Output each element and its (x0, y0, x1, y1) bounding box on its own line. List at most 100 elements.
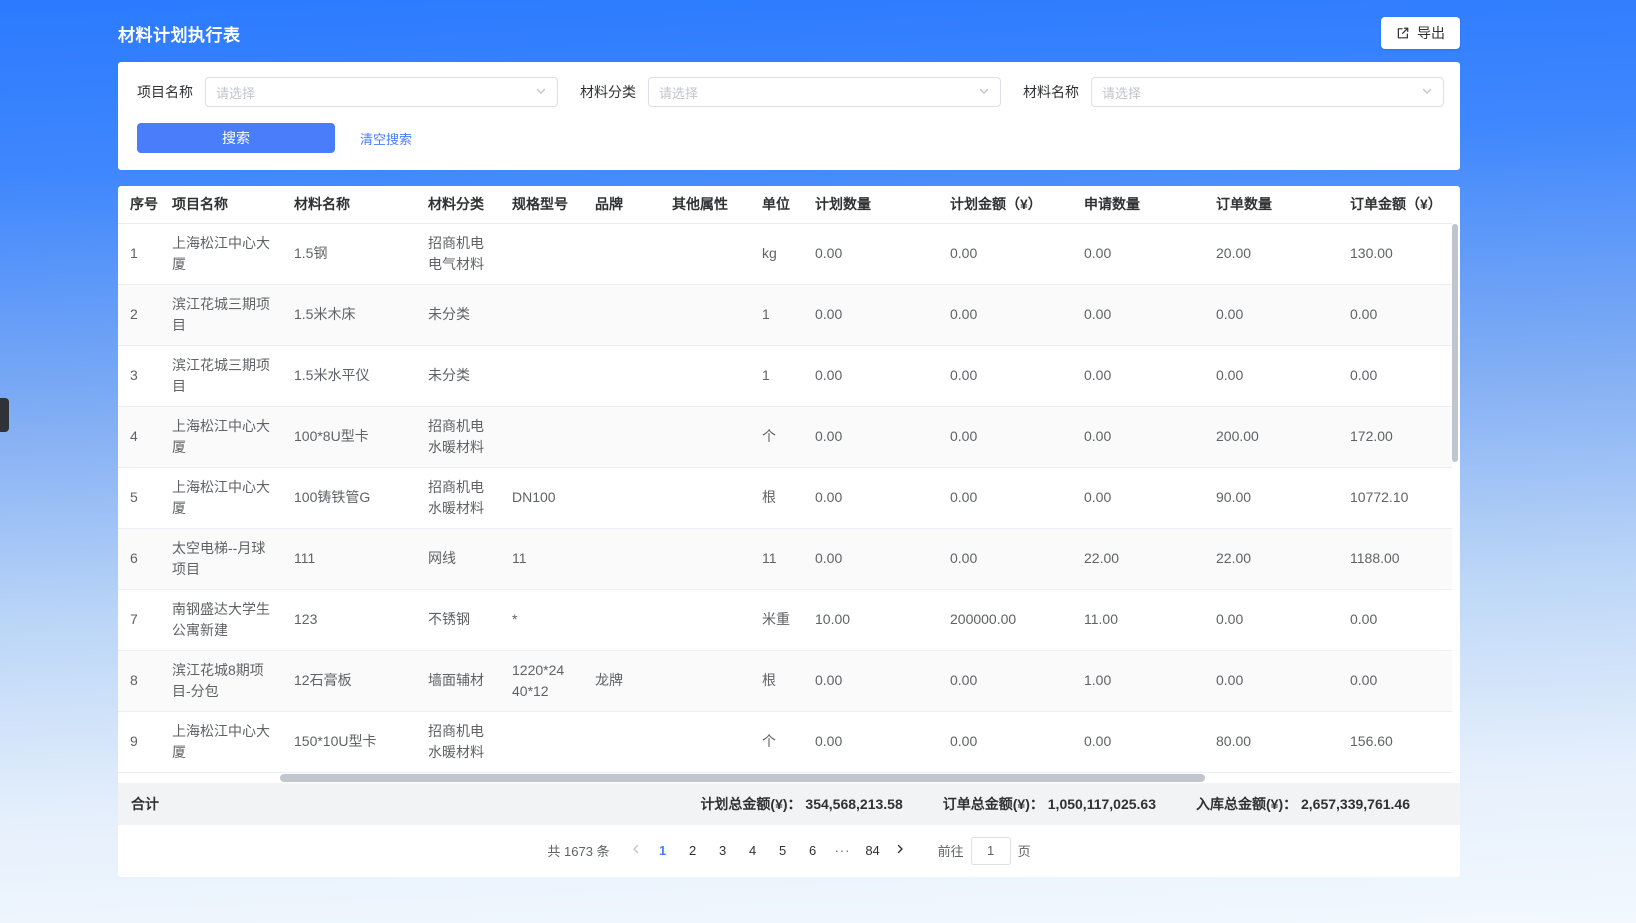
table-cell: 不锈钢 (416, 589, 500, 650)
inbound-total-amount: 入库总金额(¥)： 2,657,339,761.46 (1196, 794, 1410, 814)
table-cell: 1.5米水平仪 (282, 345, 416, 406)
table-cell: 0.00 (1204, 284, 1338, 345)
table-cell (500, 223, 583, 284)
goto-page-control: 前往 页 (938, 837, 1031, 865)
material-name-select[interactable]: 请选择 (1091, 77, 1444, 107)
table-cell: 3 (118, 345, 160, 406)
table-cell: 22.00 (1072, 528, 1204, 589)
table-cell: 0.00 (1204, 589, 1338, 650)
table-cell: 200000.00 (938, 589, 1072, 650)
table-cell: * (500, 589, 583, 650)
table-cell: 1.5米木床 (282, 284, 416, 345)
plan-total-amount: 计划总金额(¥)： 354,568,213.58 (700, 794, 902, 814)
table-cell: 10772.10 (1338, 467, 1452, 528)
page-unit-label: 页 (1018, 841, 1031, 860)
more-pages-button[interactable]: ··· (828, 837, 858, 865)
column-header: 品牌 (583, 186, 660, 223)
summary-totals: 计划总金额(¥)： 354,568,213.58 订单总金额(¥)： 1,050… (700, 794, 1410, 814)
table-cell: 1.00 (1072, 650, 1204, 711)
table-cell: 上海松江中心大厦 (160, 467, 282, 528)
filter-group-category: 材料分类 请选择 (580, 77, 1001, 107)
goto-page-input[interactable] (971, 837, 1011, 865)
clear-search-link[interactable]: 清空搜索 (360, 129, 412, 148)
table-cell: 1220*2440*12 (500, 650, 583, 711)
table-cell: 100铸铁管G (282, 467, 416, 528)
table-row: 1上海松江中心大厦1.5钢招商机电电气材料kg0.000.000.0020.00… (118, 223, 1452, 284)
next-page-button[interactable] (888, 837, 912, 865)
table-cell: 11 (750, 528, 803, 589)
material-category-select[interactable]: 请选择 (648, 77, 1001, 107)
table-cell: kg (750, 223, 803, 284)
table-cell: 172.00 (1338, 406, 1452, 467)
column-header: 申请数量 (1072, 186, 1204, 223)
page-button-5[interactable]: 5 (768, 837, 798, 865)
table-cell: 11.00 (1072, 589, 1204, 650)
table-cell: 上海松江中心大厦 (160, 711, 282, 772)
table-cell: 0.00 (1072, 284, 1204, 345)
table-cell: 滨江花城8期项目-分包 (160, 650, 282, 711)
page-button-3[interactable]: 3 (708, 837, 738, 865)
table-header-row: 序号项目名称材料名称材料分类规格型号品牌其他属性单位计划数量计划金额（¥）申请数… (118, 186, 1452, 223)
column-header: 规格型号 (500, 186, 583, 223)
page-button-last[interactable]: 84 (858, 837, 888, 865)
top-bar: 材料计划执行表 导出 (118, 0, 1460, 62)
table-cell: 2 (118, 284, 160, 345)
table-cell: 100*8U型卡 (282, 406, 416, 467)
table-cell: 1188.00 (1338, 528, 1452, 589)
table-cell: 0.00 (938, 406, 1072, 467)
vertical-scrollbar (1452, 224, 1458, 764)
search-button[interactable]: 搜索 (137, 123, 335, 153)
table-cell: 9 (118, 711, 160, 772)
table-cell: 太空电梯--月球项目 (160, 528, 282, 589)
table-cell (583, 528, 660, 589)
export-button-label: 导出 (1417, 23, 1445, 43)
table-cell: 0.00 (938, 650, 1072, 711)
page-background: 材料计划执行表 导出 项目名称 请选择 (0, 0, 1636, 923)
table-cell (660, 406, 750, 467)
filter-row: 项目名称 请选择 材料分类 请选择 (137, 77, 1444, 107)
project-name-select[interactable]: 请选择 (205, 77, 558, 107)
table-cell: 招商机电电气材料 (416, 223, 500, 284)
table-cell: 0.00 (1338, 589, 1452, 650)
table-cell: 网线 (416, 528, 500, 589)
page-button-4[interactable]: 4 (738, 837, 768, 865)
table-cell (660, 345, 750, 406)
table-row: 7南钢盛达大学生公寓新建123不锈钢*米重10.00200000.0011.00… (118, 589, 1452, 650)
export-button[interactable]: 导出 (1381, 17, 1460, 49)
page-number-list: 123456···84 (648, 837, 888, 865)
material-plan-table: 序号项目名称材料名称材料分类规格型号品牌其他属性单位计划数量计划金额（¥）申请数… (118, 186, 1452, 773)
table-cell: 根 (750, 650, 803, 711)
table-cell: 5 (118, 467, 160, 528)
table-cell (583, 467, 660, 528)
material-category-placeholder: 请选择 (659, 83, 698, 102)
table-cell: 1 (750, 284, 803, 345)
table-body: 1上海松江中心大厦1.5钢招商机电电气材料kg0.000.000.0020.00… (118, 223, 1452, 772)
table-cell (660, 284, 750, 345)
table-cell: 10.00 (803, 589, 938, 650)
page-button-6[interactable]: 6 (798, 837, 828, 865)
material-name-placeholder: 请选择 (1102, 83, 1141, 102)
page-button-1[interactable]: 1 (648, 837, 678, 865)
column-header: 项目名称 (160, 186, 282, 223)
page-title: 材料计划执行表 (118, 21, 241, 46)
table-cell: 156.60 (1338, 711, 1452, 772)
table-row: 8滨江花城8期项目-分包12石膏板墙面辅材1220*2440*12龙牌根0.00… (118, 650, 1452, 711)
drawer-collapse-handle[interactable] (0, 398, 9, 432)
table-cell: 0.00 (938, 223, 1072, 284)
prev-page-button[interactable] (624, 837, 648, 865)
filter-group-material: 材料名称 请选择 (1023, 77, 1444, 107)
page-button-2[interactable]: 2 (678, 837, 708, 865)
pagination-bar: 共 1673 条 123456···84 前往 页 (118, 825, 1460, 877)
total-count: 共 1673 条 (547, 841, 609, 860)
column-header: 订单数量 (1204, 186, 1338, 223)
table-cell: 1.5钢 (282, 223, 416, 284)
table-cell: 0.00 (1072, 406, 1204, 467)
table-cell: 招商机电水暖材料 (416, 467, 500, 528)
vertical-scrollbar-thumb[interactable] (1452, 224, 1458, 462)
horizontal-scrollbar-thumb[interactable] (280, 774, 1205, 782)
table-cell: 根 (750, 467, 803, 528)
column-header: 材料名称 (282, 186, 416, 223)
table-cell (500, 406, 583, 467)
table-cell: 11 (500, 528, 583, 589)
table-cell: 墙面辅材 (416, 650, 500, 711)
